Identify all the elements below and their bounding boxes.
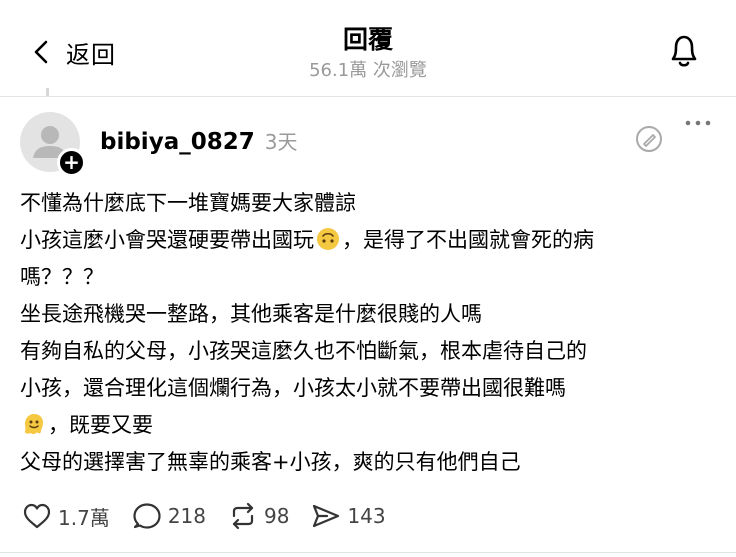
share-icon [313,504,340,528]
repost-count: 98 [264,504,290,528]
post-line: 有夠自私的父母，小孩哭這麼久也不怕斷氣，根本虐待自己的 [20,339,587,363]
notifications-button[interactable] [666,30,702,70]
bell-icon [671,35,697,67]
like-count: 1.7萬 [58,505,110,530]
post-body: 不懂為什麼底下一堆寶媽要大家體諒 小孩這麼小會哭還硬要帶出國玩 ，是得了不出國就… [20,186,720,482]
follow-button[interactable]: + [57,148,86,177]
divider [0,552,736,553]
repost-button[interactable]: 98 [228,501,289,531]
divider [0,96,736,97]
post-text: ，既要又要 [48,413,153,437]
post-line: ，既要又要 [20,408,720,443]
post-line: 嗎？？？ [20,265,104,289]
action-bar: 1.7萬 218 98 143 [22,500,408,532]
melting-face-emoji [24,414,43,435]
share-button[interactable]: 143 [311,501,386,531]
more-icon[interactable] [684,116,712,130]
post-header: bibiya_0827 3天 [100,126,297,155]
post-text: 小孩這麼小會哭還硬要帶出國玩 [20,228,314,252]
reply-count: 218 [167,504,206,528]
like-button[interactable]: 1.7萬 [22,501,110,531]
post-line: 坐長途飛機哭一整路，其他乘客是什麼很賤的人嗎 [20,302,482,326]
edit-icon[interactable] [634,124,664,154]
comment-icon [133,503,161,529]
username[interactable]: bibiya_0827 [100,129,255,155]
share-count: 143 [347,504,386,528]
post-line: 不懂為什麼底下一堆寶媽要大家體諒 [20,191,356,215]
post-line: 小孩，還合理化這個爛行為，小孩太小就不要帶出國很難嗎 [20,376,566,400]
reply-button[interactable]: 218 [132,501,206,531]
thread-line [46,88,49,96]
page-title: 回覆 [342,25,393,54]
upside-down-face-emoji [317,228,339,250]
top-bar: 返回 回覆 56.1萬 次瀏覽 [0,0,736,88]
heart-icon [23,503,51,529]
view-count: 56.1萬 次瀏覽 [309,60,427,81]
post-line: 父母的選擇害了無辜的乘客+小孩，爽的只有他們自己 [20,450,521,474]
post-time: 3天 [264,130,298,154]
post-line: 小孩這麼小會哭還硬要帶出國玩 ，是得了不出國就會死的病 [20,223,720,258]
repost-icon [232,502,254,530]
post-text: ，是得了不出國就會死的病 [342,228,594,252]
